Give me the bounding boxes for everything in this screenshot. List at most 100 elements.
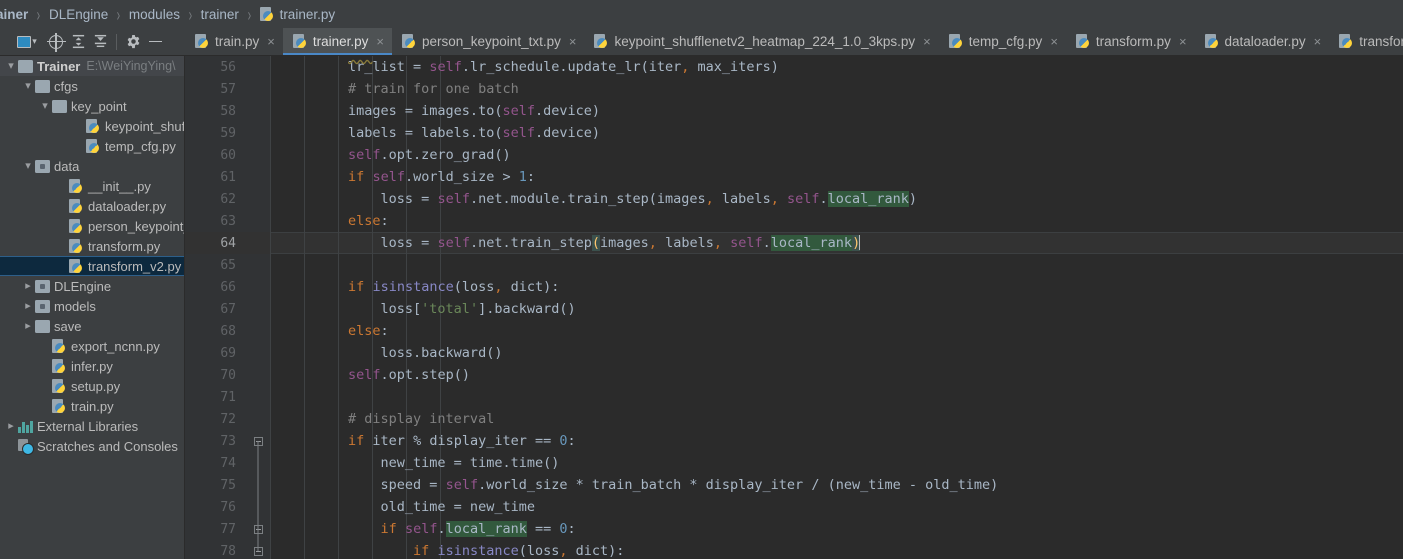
code-editor[interactable]: 56 lr_list = self.lr_schedule.update_lr(… [185, 56, 1403, 559]
tree-twisty[interactable] [4, 421, 18, 432]
tree-item-dataloader-py[interactable]: dataloader.py [0, 196, 184, 216]
line-number: 71 [220, 389, 236, 405]
settings-button[interactable] [123, 32, 143, 52]
close-icon[interactable]: × [923, 35, 931, 48]
code-line[interactable]: 58 images = images.to(self.device) [185, 100, 1403, 122]
window-icon [17, 35, 32, 48]
tree-item-train-py[interactable]: train.py [0, 396, 184, 416]
editor-tab[interactable]: dataloader.py × [1194, 28, 1330, 55]
tree-item-label: keypoint_shuffle [105, 118, 185, 134]
breadcrumb-item-1[interactable]: DLEngine [47, 7, 110, 22]
breadcrumb-separator: › [247, 3, 251, 25]
code-line[interactable]: 60 self.opt.zero_grad() [185, 144, 1403, 166]
tree-twisty[interactable] [21, 321, 35, 332]
code-line[interactable]: 67 loss['total'].backward() [185, 298, 1403, 320]
python-file-icon [195, 34, 210, 49]
line-number: 63 [220, 213, 236, 229]
close-icon[interactable]: × [1179, 35, 1187, 48]
tree-item-person-keypoint-t[interactable]: person_keypoint_t [0, 216, 184, 236]
tree-item-export-ncnn-py[interactable]: export_ncnn.py [0, 336, 184, 356]
tree-item-save[interactable]: save [0, 316, 184, 336]
tree-twisty[interactable] [4, 61, 18, 72]
tree-item-transform-v2-py[interactable]: transform_v2.py [0, 256, 184, 276]
code-line[interactable]: 76 old_time = new_time [185, 496, 1403, 518]
code-line[interactable]: 62 loss = self.net.module.train_step(ima… [185, 188, 1403, 210]
tree-item-keypoint-shuffle[interactable]: keypoint_shuffle [0, 116, 184, 136]
code-line[interactable]: 70 self.opt.step() [185, 364, 1403, 386]
code-line[interactable]: 64 loss = self.net.train_step(images, la… [185, 232, 1403, 254]
breadcrumb-item-0[interactable]: ainer [0, 7, 30, 22]
tree-item-key-point[interactable]: key_point [0, 96, 184, 116]
line-number: 68 [220, 323, 236, 339]
line-number: 58 [220, 103, 236, 119]
breadcrumb-item-3[interactable]: trainer [199, 7, 241, 22]
close-icon[interactable]: × [569, 35, 577, 48]
tree-item-transform-py[interactable]: transform.py [0, 236, 184, 256]
code-line[interactable]: 57 # train for one batch [185, 78, 1403, 100]
project-tree[interactable]: Trainer E:\WeiYingYing\ cfgs key_pointkeypo… [0, 56, 185, 559]
editor-tab[interactable]: trainer.py × [282, 28, 393, 55]
code-line[interactable]: 72 # display interval [185, 408, 1403, 430]
tree-item-data[interactable]: data [0, 156, 184, 176]
tree-twisty[interactable] [38, 101, 52, 112]
tree-item-label: key_point [71, 98, 127, 114]
python-file-icon [594, 34, 609, 49]
tree-item-trainer[interactable]: Trainer E:\WeiYingYing\ [0, 56, 184, 76]
close-icon[interactable]: × [1314, 35, 1322, 48]
code-line[interactable]: 66 if isinstance(loss, dict): [185, 276, 1403, 298]
line-number: 62 [220, 191, 236, 207]
tree-item-infer-py[interactable]: infer.py [0, 356, 184, 376]
tree-item-temp-cfg-py[interactable]: temp_cfg.py [0, 136, 184, 156]
expand-all-button[interactable] [68, 32, 88, 52]
tree-twisty[interactable] [21, 161, 35, 172]
code-text: self.opt.step() [348, 367, 470, 383]
code-text: if self.local_rank == 0: [380, 521, 576, 537]
tree-item-dlengine[interactable]: DLEngine [0, 276, 184, 296]
tree-twisty[interactable] [21, 301, 35, 312]
view-mode-button[interactable]: ▾ [10, 32, 44, 52]
tree-item-cfgs[interactable]: cfgs [0, 76, 184, 96]
tree-item-setup-py[interactable]: setup.py [0, 376, 184, 396]
collapse-all-button[interactable] [90, 32, 110, 52]
editor-tab[interactable]: temp_cfg.py × [938, 28, 1066, 55]
code-line[interactable]: 78 if isinstance(loss, dict): [185, 540, 1403, 559]
code-line[interactable]: 68 else: [185, 320, 1403, 342]
tree-item-label: temp_cfg.py [105, 138, 176, 154]
close-icon[interactable]: × [267, 35, 275, 48]
tree-item-label: transform.py [88, 238, 161, 254]
code-line[interactable]: 74 new_time = time.time() [185, 452, 1403, 474]
code-line[interactable]: 75 speed = self.world_size * train_batch… [185, 474, 1403, 496]
hide-panel-button[interactable] [145, 32, 165, 52]
code-line[interactable]: 63 else: [185, 210, 1403, 232]
code-line[interactable]: 73 if iter % display_iter == 0: [185, 430, 1403, 452]
python-file-icon [402, 34, 417, 49]
editor-tab[interactable]: transform_v2.py× [1329, 28, 1403, 55]
breadcrumb-item-4[interactable]: trainer.py [258, 6, 338, 22]
tree-twisty[interactable] [21, 81, 35, 92]
close-icon[interactable]: × [376, 35, 384, 48]
line-number: 56 [220, 59, 236, 75]
tree-item-models[interactable]: models [0, 296, 184, 316]
breadcrumb-separator: › [116, 3, 121, 25]
code-line[interactable]: 69 loss.backward() [185, 342, 1403, 364]
code-line[interactable]: 61 if self.world_size > 1: [185, 166, 1403, 188]
code-text: loss['total'].backward() [283, 301, 576, 317]
editor-tabs: train.py × trainer.py × person_keypoint_txt.… [185, 28, 1403, 55]
close-icon[interactable]: × [1050, 35, 1058, 48]
editor-tab[interactable]: train.py × [185, 28, 283, 55]
tree-item-scratches-and-consoles[interactable]: Scratches and Consoles [0, 436, 184, 456]
code-line[interactable]: 59 labels = labels.to(self.device) [185, 122, 1403, 144]
tree-twisty[interactable] [21, 281, 35, 292]
collapse-all-icon [94, 34, 106, 48]
tree-item-external-libraries[interactable]: External Libraries [0, 416, 184, 436]
breadcrumb-item-2[interactable]: modules [127, 7, 182, 22]
chevron-down-icon: ▾ [32, 36, 37, 46]
editor-tab[interactable]: keypoint_shufflenetv2_heatmap_224_1.0_3k… [584, 28, 939, 55]
editor-tab[interactable]: person_keypoint_txt.py × [392, 28, 585, 55]
editor-tab[interactable]: transform.py × [1065, 28, 1195, 55]
select-opened-file-button[interactable] [46, 32, 66, 52]
code-lines[interactable]: 56 lr_list = self.lr_schedule.update_lr(… [185, 56, 1403, 559]
tree-item-init-py[interactable]: __init__.py [0, 176, 184, 196]
python-file-icon [69, 198, 84, 214]
code-line[interactable]: 77 if self.local_rank == 0: [185, 518, 1403, 540]
